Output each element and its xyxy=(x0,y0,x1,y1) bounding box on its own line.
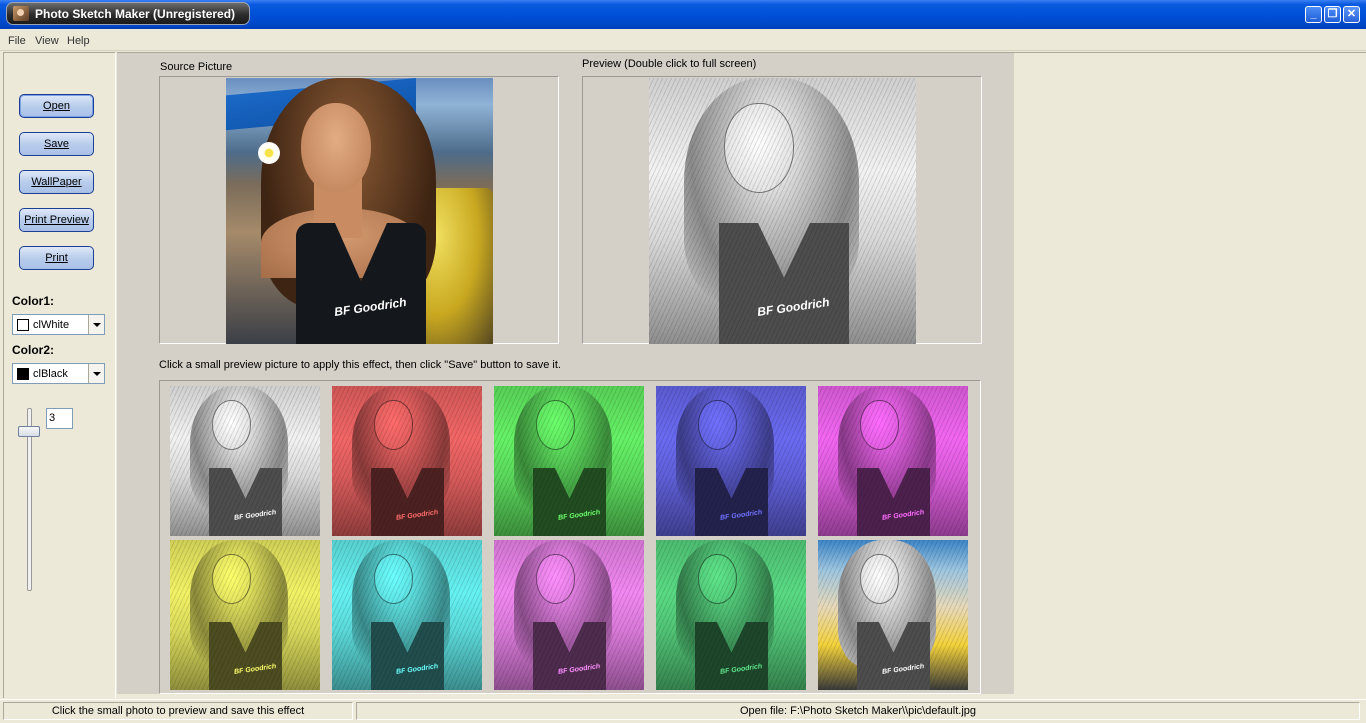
color1-swatch xyxy=(17,319,29,331)
app-icon xyxy=(13,6,29,21)
window-title: Photo Sketch Maker (Unregistered) xyxy=(35,7,236,21)
effect-tint xyxy=(494,386,644,536)
source-caption: Source Picture xyxy=(160,61,233,73)
chevron-down-icon[interactable] xyxy=(88,364,104,383)
intensity-slider-thumb[interactable] xyxy=(18,426,40,437)
effect-thumbnail-magenta[interactable]: BF Goodrich xyxy=(818,386,968,536)
sidebar: Open Save WallPaper Print Preview Print … xyxy=(3,52,116,698)
preview-picture[interactable]: BF Goodrich xyxy=(649,78,916,344)
effect-thumbnail-red[interactable]: BF Goodrich xyxy=(332,386,482,536)
print-button[interactable]: Print xyxy=(19,246,94,270)
color2-label: Color2: xyxy=(12,343,54,357)
chevron-down-icon[interactable] xyxy=(88,315,104,334)
window-controls: _ ❐ ✕ xyxy=(1305,6,1360,23)
title-bar[interactable]: Photo Sketch Maker (Unregistered) _ ❐ ✕ xyxy=(0,0,1366,29)
minimize-icon[interactable]: _ xyxy=(1305,6,1322,23)
effect-tint xyxy=(332,540,482,690)
color2-swatch xyxy=(17,368,29,380)
effect-thumbnail-pink[interactable]: BF Goodrich xyxy=(494,540,644,690)
color1-value: clWhite xyxy=(33,319,70,331)
effect-tint xyxy=(170,540,320,690)
intensity-value[interactable]: 3 xyxy=(46,408,73,429)
effect-thumbnail-color[interactable]: BF Goodrich xyxy=(818,540,968,690)
color1-label: Color1: xyxy=(12,294,54,308)
effect-tint xyxy=(332,386,482,536)
status-bar: Click the small photo to preview and sav… xyxy=(0,699,1366,723)
status-hint: Click the small photo to preview and sav… xyxy=(3,702,353,720)
close-icon[interactable]: ✕ xyxy=(1343,6,1360,23)
title-pill: Photo Sketch Maker (Unregistered) xyxy=(6,2,250,25)
color2-select[interactable]: clBlack xyxy=(12,363,105,384)
print-preview-button[interactable]: Print Preview xyxy=(19,208,94,232)
effect-tint xyxy=(170,386,320,536)
effect-tint xyxy=(656,386,806,536)
color2-value: clBlack xyxy=(33,368,68,380)
save-button[interactable]: Save xyxy=(19,132,94,156)
menu-bar: File View Help xyxy=(0,29,1366,51)
effect-tint xyxy=(818,386,968,536)
status-file: Open file: F:\Photo Sketch Maker\\pic\de… xyxy=(356,702,1360,720)
effect-thumbnail-gray[interactable]: BF Goodrich xyxy=(170,386,320,536)
restore-icon[interactable]: ❐ xyxy=(1324,6,1341,23)
effect-thumbnail-blue[interactable]: BF Goodrich xyxy=(656,386,806,536)
preview-caption: Preview (Double click to full screen) xyxy=(582,58,757,70)
menu-help[interactable]: Help xyxy=(67,35,90,47)
canvas: Source Picture Preview (Double click to … xyxy=(117,53,1014,694)
color1-select[interactable]: clWhite xyxy=(12,314,105,335)
workspace: Source Picture Preview (Double click to … xyxy=(117,52,1366,698)
open-button[interactable]: Open xyxy=(19,94,94,118)
effects-frame: BF GoodrichBF GoodrichBF GoodrichBF Good… xyxy=(159,380,981,694)
effect-thumbnail-cyan[interactable]: BF Goodrich xyxy=(332,540,482,690)
preview-frame: BF Goodrich xyxy=(582,76,982,344)
effect-tint xyxy=(494,540,644,690)
effect-thumbnail-green[interactable]: BF Goodrich xyxy=(494,386,644,536)
source-picture: BF Goodrich xyxy=(226,78,493,344)
menu-view[interactable]: View xyxy=(35,35,59,47)
menu-file[interactable]: File xyxy=(8,35,26,47)
flower-icon xyxy=(258,142,280,164)
effect-thumbnail-teal-green[interactable]: BF Goodrich xyxy=(656,540,806,690)
effect-tint xyxy=(656,540,806,690)
source-frame: BF Goodrich xyxy=(159,76,559,344)
instructions-text: Click a small preview picture to apply t… xyxy=(159,359,561,371)
photo-face xyxy=(301,103,371,193)
wallpaper-button[interactable]: WallPaper xyxy=(19,170,94,194)
effect-thumbnail-yellow[interactable]: BF Goodrich xyxy=(170,540,320,690)
